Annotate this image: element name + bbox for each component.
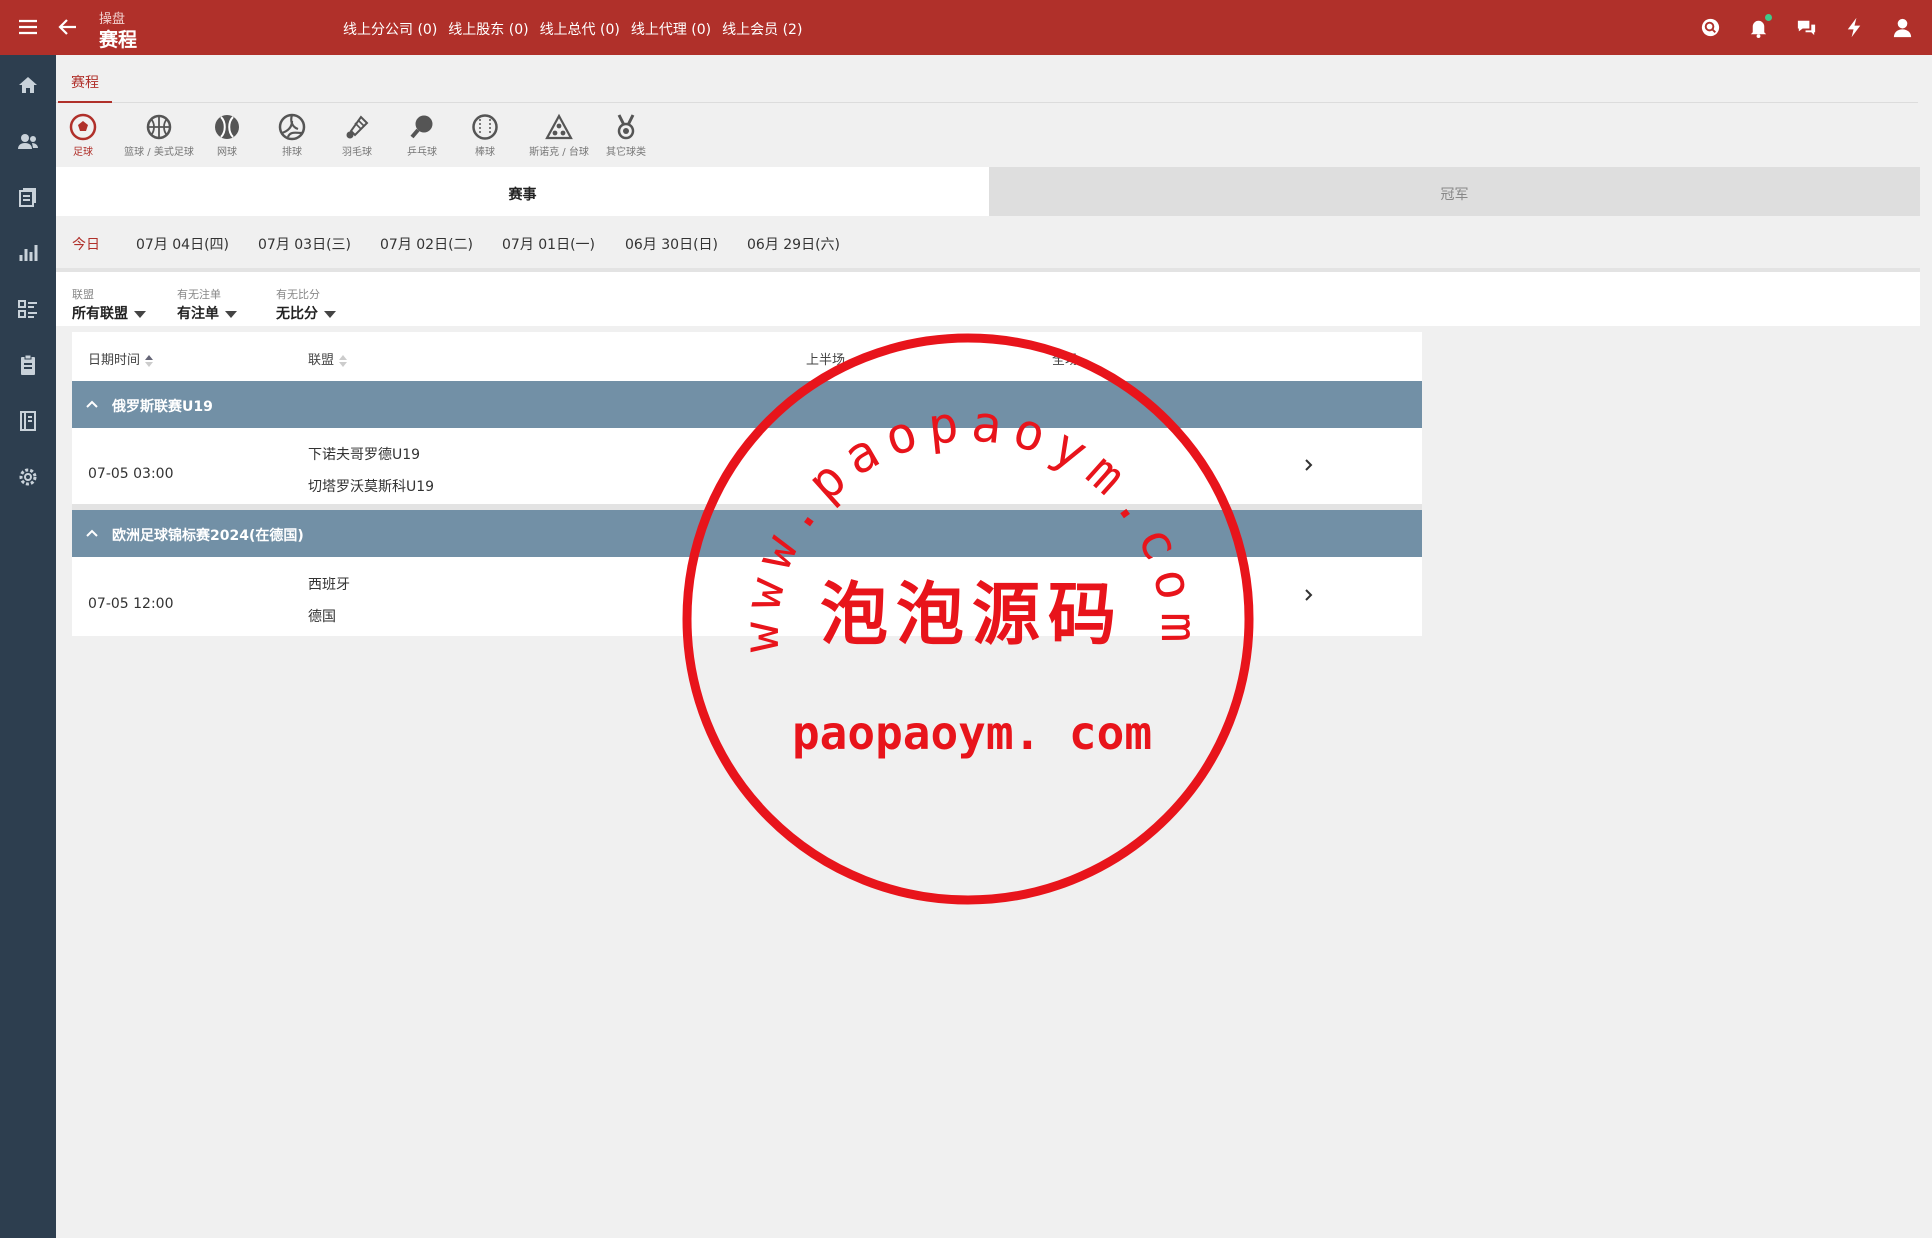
chevron-right-icon[interactable]: [1300, 457, 1316, 473]
medal-icon: [617, 114, 635, 140]
link-branch-company[interactable]: 线上分公司 (0): [343, 19, 437, 39]
away-team: 切塔罗沃莫斯科U19: [308, 479, 435, 495]
home-team: 下诺夫哥罗德U19: [308, 447, 421, 463]
report-icon[interactable]: [16, 409, 40, 433]
column-full-time: 全场: [1052, 353, 1079, 368]
sport-basketball[interactable]: 篮球 / 美式足球: [122, 113, 196, 158]
clipboard-icon[interactable]: [16, 353, 40, 377]
tab-events[interactable]: 赛事: [56, 167, 989, 216]
sport-volleyball[interactable]: 排球: [275, 113, 309, 158]
tab-champion[interactable]: 冠军: [989, 167, 1920, 216]
tab-schedule[interactable]: 赛程: [58, 55, 112, 103]
filter-bar: 联盟 所有联盟 有无注单 有注单 有无比分 无比分: [56, 268, 1920, 326]
event-type-tabs: 赛事 冠军: [56, 167, 1920, 216]
user-icon[interactable]: [1891, 16, 1914, 39]
date-item[interactable]: 06月 30日(日): [625, 234, 718, 254]
chat-icon[interactable]: [1795, 16, 1818, 39]
agent-links: 线上分公司 (0) 线上股东 (0) 线上总代 (0) 线上代理 (0) 线上会…: [343, 19, 802, 39]
settings-icon[interactable]: [16, 465, 40, 489]
bolt-icon[interactable]: [1843, 16, 1866, 39]
filter-has-score[interactable]: 有无比分 无比分: [276, 286, 336, 323]
sport-baseball[interactable]: 棒球: [468, 113, 502, 158]
table-tennis-icon: [410, 115, 433, 139]
column-first-half: 上半场: [806, 353, 846, 368]
link-general-agent[interactable]: 线上总代 (0): [540, 19, 620, 39]
basketball-icon: [146, 114, 172, 140]
schedule-table: 日期时间 联盟 上半场 全场 俄罗斯联赛U19 07-05 03:00 下诺夫哥…: [72, 332, 1422, 636]
sport-tennis[interactable]: 网球: [210, 113, 244, 158]
date-selector: 今日 07月 04日(四) 07月 03日(三) 07月 02日(二) 07月 …: [56, 216, 1920, 268]
volleyball-icon: [278, 113, 306, 141]
match-time: 07-05 12:00: [88, 596, 174, 612]
list-icon[interactable]: [16, 297, 40, 321]
chevron-right-icon[interactable]: [1300, 587, 1316, 603]
caret-down-icon: [225, 310, 237, 318]
column-league[interactable]: 联盟: [308, 349, 348, 368]
home-team: 西班牙: [308, 577, 350, 593]
away-team: 德国: [308, 609, 336, 625]
main-content: 赛程 足球 篮球 / 美式足球 网球 排球 羽毛球 乒乓球 棒球 斯诺克 / 台…: [56, 55, 1932, 1238]
league-group-header[interactable]: 俄罗斯联赛U19: [72, 381, 1422, 428]
sport-table-tennis[interactable]: 乒乓球: [405, 113, 439, 158]
date-item[interactable]: 07月 04日(四): [136, 234, 229, 254]
sidebar: [0, 55, 56, 1238]
sport-other[interactable]: 其它球类: [602, 113, 650, 158]
league-group-header[interactable]: 欧洲足球锦标赛2024(在德国): [72, 510, 1422, 557]
sport-snooker[interactable]: 斯诺克 / 台球: [527, 113, 591, 158]
chevron-up-icon: [86, 529, 98, 537]
snooker-icon: [545, 113, 573, 140]
column-datetime[interactable]: 日期时间: [88, 349, 154, 368]
chevron-up-icon: [86, 400, 98, 408]
date-item[interactable]: 07月 02日(二): [380, 234, 473, 254]
link-shareholder[interactable]: 线上股东 (0): [448, 19, 528, 39]
table-row: 07-05 12:00 西班牙 德国: [72, 558, 1422, 634]
tennis-icon: [215, 115, 239, 139]
sport-badminton[interactable]: 羽毛球: [337, 113, 377, 158]
bell-icon[interactable]: [1747, 14, 1772, 39]
date-today[interactable]: 今日: [72, 234, 100, 254]
page-title: 赛程: [99, 29, 138, 51]
notification-dot: [1765, 14, 1772, 21]
filter-has-bets[interactable]: 有无注单 有注单: [177, 286, 237, 323]
date-item[interactable]: 06月 29日(六): [747, 234, 840, 254]
top-icons: [1699, 14, 1914, 39]
soccer-icon: [69, 113, 97, 141]
match-time: 07-05 03:00: [88, 466, 174, 482]
sport-soccer[interactable]: 足球: [62, 113, 104, 158]
home-icon[interactable]: [16, 73, 40, 97]
bar-chart-icon[interactable]: [16, 241, 40, 265]
sort-icon: [339, 354, 348, 367]
table-row: 07-05 03:00 下诺夫哥罗德U19 切塔罗沃莫斯科U19: [72, 428, 1422, 504]
baseball-icon: [472, 114, 498, 140]
link-agent[interactable]: 线上代理 (0): [631, 19, 711, 39]
page-tab-bar: 赛程: [56, 55, 1918, 103]
caret-down-icon: [134, 310, 146, 318]
table-header: 日期时间 联盟 上半场 全场: [72, 332, 1422, 381]
link-member[interactable]: 线上会员 (2): [722, 19, 802, 39]
date-item[interactable]: 07月 01日(一): [502, 234, 595, 254]
top-bar: 操盘 赛程 线上分公司 (0) 线上股东 (0) 线上总代 (0) 线上代理 (…: [0, 0, 1932, 55]
date-item[interactable]: 07月 03日(三): [258, 234, 351, 254]
back-arrow-icon[interactable]: [56, 15, 80, 39]
filter-league[interactable]: 联盟 所有联盟: [72, 286, 146, 323]
search-icon[interactable]: [1699, 16, 1722, 39]
menu-icon[interactable]: [16, 15, 40, 39]
caret-down-icon: [324, 310, 336, 318]
sort-icon: [145, 354, 154, 367]
users-icon[interactable]: [16, 129, 40, 153]
documents-icon[interactable]: [16, 185, 40, 209]
badminton-icon: [346, 115, 369, 139]
